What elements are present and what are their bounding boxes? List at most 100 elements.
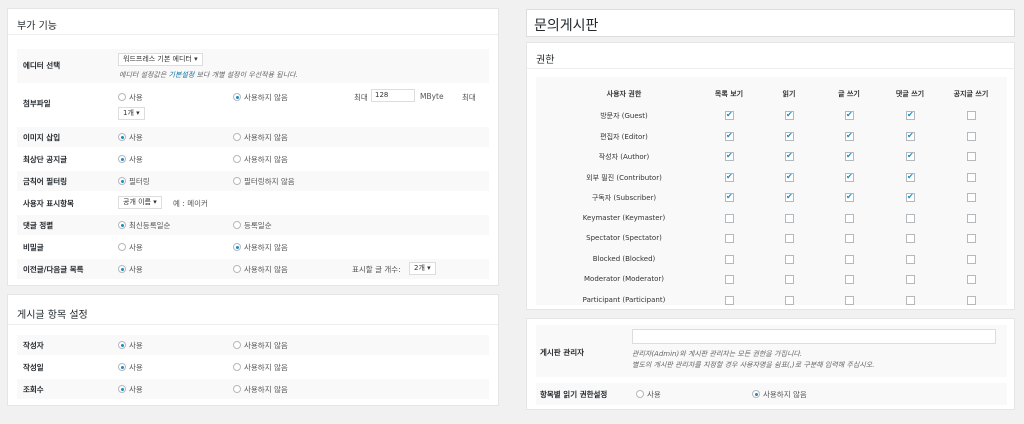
role-name: 구독자 (Subscriber) (591, 194, 657, 202)
permission-checkbox[interactable] (785, 151, 794, 161)
permission-checkbox[interactable] (725, 192, 734, 202)
permission-checkbox[interactable] (967, 295, 976, 305)
radio-nouse[interactable]: 사용하지 않음 (233, 132, 288, 143)
permission-checkbox[interactable] (725, 254, 734, 264)
radio-use[interactable]: 사용 (118, 264, 143, 275)
radio-nouse[interactable]: 사용하지 않음 (233, 154, 288, 165)
permission-checkbox[interactable] (785, 131, 794, 141)
permission-checkbox[interactable] (845, 275, 854, 284)
radio-icon (636, 390, 644, 398)
radio-use[interactable]: 사용 (118, 132, 143, 143)
permission-checkbox[interactable] (725, 234, 734, 243)
permission-checkbox[interactable] (845, 172, 854, 182)
radio-nouse[interactable]: 사용하지 않음 (233, 384, 288, 395)
radio-filter[interactable]: 필터링 (118, 176, 150, 187)
post-count-select[interactable]: 2개 (409, 262, 436, 275)
radio-nouse[interactable]: 사용하지 않음 (233, 264, 288, 275)
permission-checkbox[interactable] (906, 172, 915, 182)
radio-icon (233, 341, 241, 349)
radio-use[interactable]: 사용 (118, 340, 143, 351)
max-size-input[interactable]: 128 (371, 89, 415, 102)
radio-nouse[interactable]: 사용하지 않음 (233, 362, 288, 373)
role-name: Blocked (Blocked) (592, 254, 656, 263)
permission-checkbox[interactable] (906, 213, 915, 223)
panel-header: 게시글 항목 설정 (8, 295, 498, 325)
radio-use[interactable]: 사용 (636, 389, 661, 400)
display-select[interactable]: 공개 이름 (118, 196, 162, 209)
permission-checkbox[interactable] (845, 131, 854, 141)
permission-checkbox[interactable] (725, 131, 734, 141)
permission-checkbox[interactable] (785, 192, 794, 202)
radio-icon (118, 243, 126, 251)
permission-checkbox[interactable] (845, 295, 854, 305)
permission-checkbox[interactable] (845, 213, 854, 223)
option-label: 사용 (129, 133, 143, 142)
row-views: 조회수 사용 사용하지 않음 (17, 379, 489, 399)
permission-checkbox[interactable] (845, 192, 854, 202)
permission-checkbox[interactable] (967, 111, 976, 120)
permission-checkbox[interactable] (785, 213, 794, 223)
permission-checkbox[interactable] (967, 254, 976, 264)
radio-nofilter[interactable]: 필터링하지 않음 (233, 176, 295, 187)
page-title-box: 문의게시판 (526, 9, 1015, 37)
permission-checkbox[interactable] (967, 275, 976, 284)
radio-icon (118, 155, 126, 163)
option-label: 사용 (129, 385, 143, 394)
permission-checkbox[interactable] (967, 172, 976, 182)
permission-checkbox[interactable] (725, 151, 734, 161)
row-prevnext: 이전글/다음글 목록 사용 사용하지 않음 표시할 글 개수: 2개 (17, 259, 489, 279)
permission-checkbox[interactable] (785, 254, 794, 264)
permission-checkbox[interactable] (725, 275, 734, 284)
permission-checkbox[interactable] (725, 172, 734, 182)
permission-checkbox[interactable] (785, 275, 794, 284)
permission-checkbox[interactable] (845, 110, 854, 120)
radio-latest[interactable]: 최신등록일순 (118, 220, 170, 231)
radio-icon (233, 243, 241, 251)
permission-checkbox[interactable] (906, 151, 915, 161)
permission-checkbox[interactable] (967, 131, 976, 141)
radio-nouse[interactable]: 사용하지 않음 (233, 242, 288, 253)
radio-use[interactable]: 사용 (118, 92, 143, 103)
row-notice: 최상단 공지글 사용 사용하지 않음 (17, 149, 489, 169)
permission-checkbox[interactable] (906, 131, 915, 141)
option-label: 사용 (647, 390, 661, 399)
permission-checkbox[interactable] (785, 172, 794, 182)
radio-use[interactable]: 사용 (118, 362, 143, 373)
permission-checkbox[interactable] (967, 234, 976, 243)
permission-checkbox[interactable] (906, 254, 915, 264)
permission-checkbox[interactable] (845, 234, 854, 243)
permission-checkbox[interactable] (725, 110, 734, 120)
option-label: 사용하지 않음 (244, 93, 288, 102)
permission-checkbox[interactable] (785, 234, 794, 243)
editor-select[interactable]: 워드프레스 기본 에디터 (118, 53, 203, 66)
radio-icon (233, 363, 241, 371)
permission-checkbox[interactable] (967, 152, 976, 161)
radio-use[interactable]: 사용 (118, 242, 143, 253)
board-admin-input[interactable] (632, 329, 996, 344)
permission-checkbox[interactable] (906, 110, 915, 120)
permission-checkbox[interactable] (725, 213, 734, 223)
radio-date[interactable]: 등록일순 (233, 220, 272, 231)
radio-icon (118, 341, 126, 349)
radio-use[interactable]: 사용 (118, 154, 143, 165)
permission-checkbox[interactable] (967, 213, 976, 223)
option-label: 사용하지 않음 (244, 363, 288, 372)
permission-checkbox[interactable] (785, 295, 794, 305)
permission-checkbox[interactable] (845, 151, 854, 161)
row-label: 항목별 읽기 권한설정 (540, 390, 608, 399)
permission-checkbox[interactable] (967, 193, 976, 202)
panel-title: 권한 (536, 55, 555, 66)
permission-checkbox[interactable] (906, 234, 915, 243)
permission-checkbox[interactable] (906, 275, 915, 284)
permission-checkbox[interactable] (725, 295, 734, 305)
permission-checkbox[interactable] (906, 295, 915, 305)
permission-checkbox[interactable] (845, 254, 854, 264)
attach-count-select[interactable]: 1개 (118, 107, 145, 120)
radio-nouse[interactable]: 사용하지 않음 (752, 389, 807, 400)
default-settings-link[interactable]: 기본설정 (169, 71, 195, 79)
radio-nouse[interactable]: 사용하지 않음 (233, 340, 288, 351)
permission-checkbox[interactable] (906, 192, 915, 202)
radio-nouse[interactable]: 사용하지 않음 (233, 92, 288, 103)
radio-use[interactable]: 사용 (118, 384, 143, 395)
permission-checkbox[interactable] (785, 110, 794, 120)
